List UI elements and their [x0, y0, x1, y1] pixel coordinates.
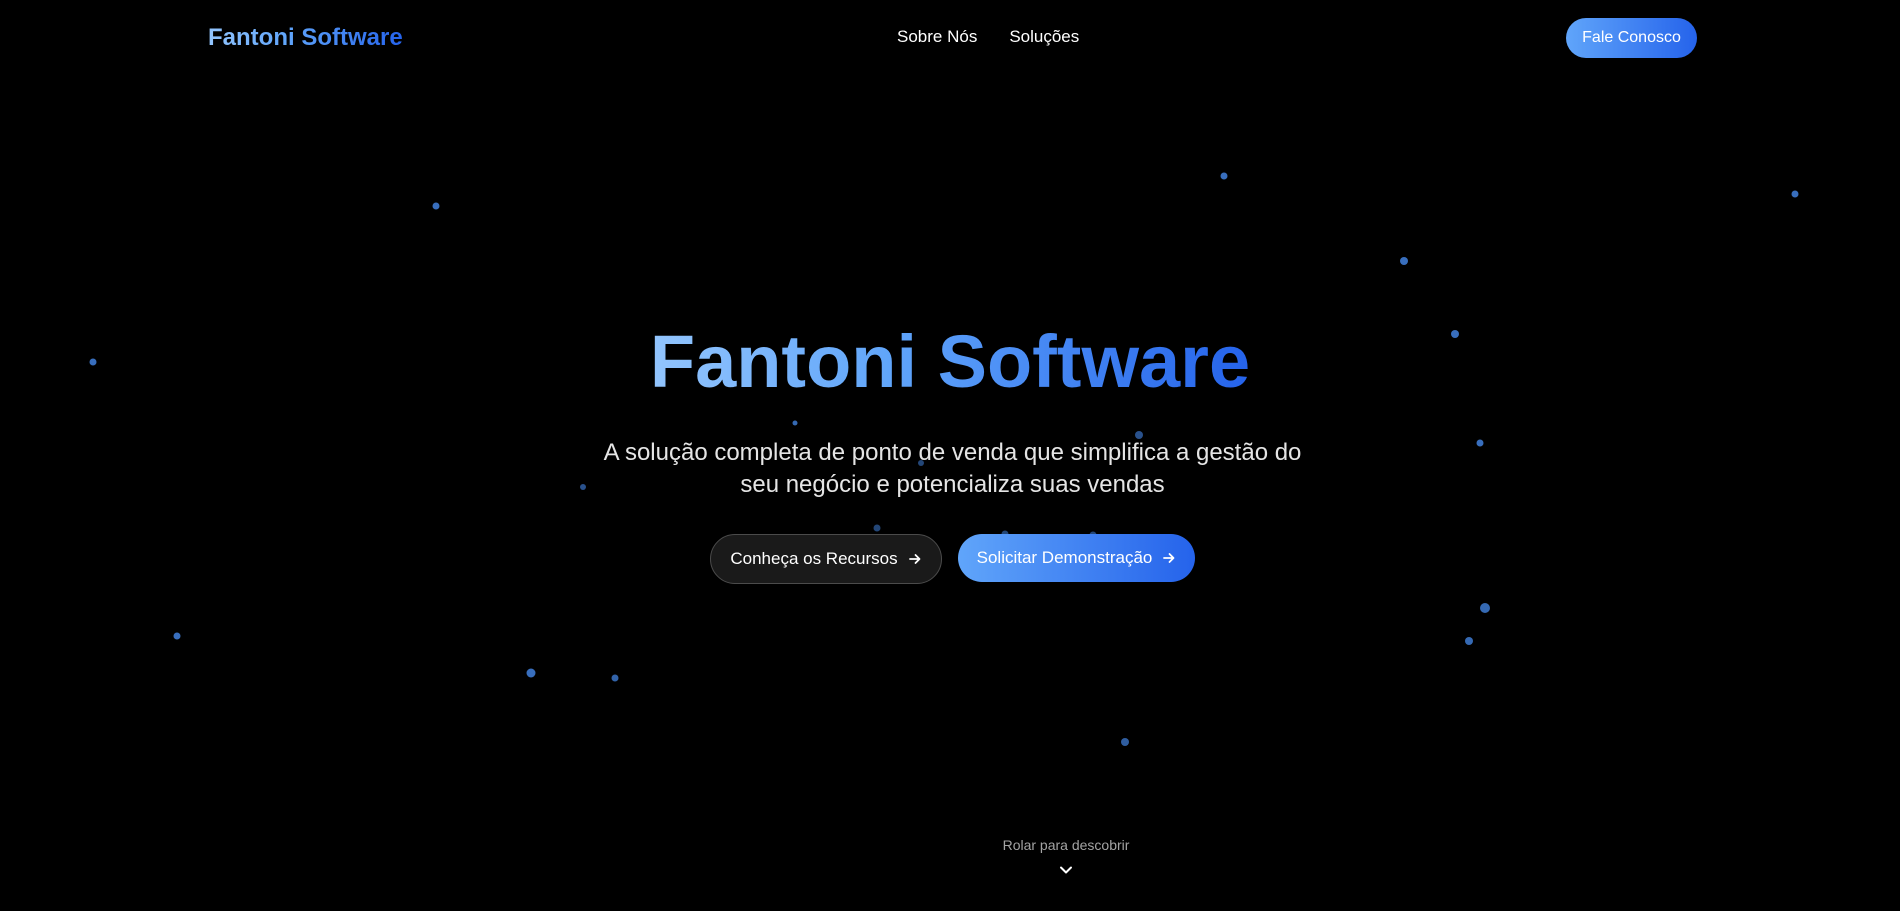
- request-demo-button-label: Solicitar Demonstração: [976, 548, 1153, 567]
- particle-dot: [1791, 190, 1799, 198]
- logo[interactable]: Fantoni Software: [208, 24, 403, 52]
- particle-dot: [1465, 637, 1473, 645]
- arrow-right-icon: [1162, 551, 1176, 565]
- site-header: Fantoni Software Sobre Nós Soluções Fale…: [0, 0, 1900, 76]
- particle-dot: [611, 674, 619, 682]
- nav-link-solucoes[interactable]: Soluções: [1009, 26, 1079, 48]
- hero-subtitle: A solução completa de ponto de venda que…: [603, 439, 1302, 498]
- particle-dot: [1121, 738, 1129, 746]
- scroll-hint: Rolar para descobrir: [116, 836, 1900, 883]
- scroll-hint-label: Rolar para descobrir: [1002, 837, 1130, 853]
- particle-dot: [526, 668, 536, 678]
- landing-page: Fantoni Software Sobre Nós Soluções Fale…: [0, 0, 1900, 911]
- particle-dot: [1220, 172, 1228, 180]
- arrow-right-icon: [908, 552, 922, 566]
- particle-dot: [792, 420, 798, 426]
- nav-link-sobre-nos[interactable]: Sobre Nós: [897, 26, 977, 48]
- particle-dot: [173, 632, 181, 640]
- particle-dot: [1480, 603, 1490, 613]
- hero-title: Fantoni Software: [0, 318, 1900, 406]
- particle-dot: [1476, 439, 1484, 447]
- particle-dot: [432, 202, 440, 210]
- main-nav: Sobre Nós Soluções: [897, 26, 1079, 48]
- particle-dot: [580, 484, 586, 490]
- particle-dot: [1400, 257, 1408, 265]
- request-demo-button[interactable]: Solicitar Demonstração: [958, 534, 1195, 582]
- contact-button[interactable]: Fale Conosco: [1566, 18, 1697, 58]
- features-button[interactable]: Conheça os Recursos: [710, 534, 942, 584]
- features-button-label: Conheça os Recursos: [730, 549, 898, 568]
- chevron-down-icon[interactable]: [1058, 862, 1074, 878]
- particle-dot: [873, 524, 881, 532]
- hero-title-text: Fantoni Software: [650, 318, 1250, 406]
